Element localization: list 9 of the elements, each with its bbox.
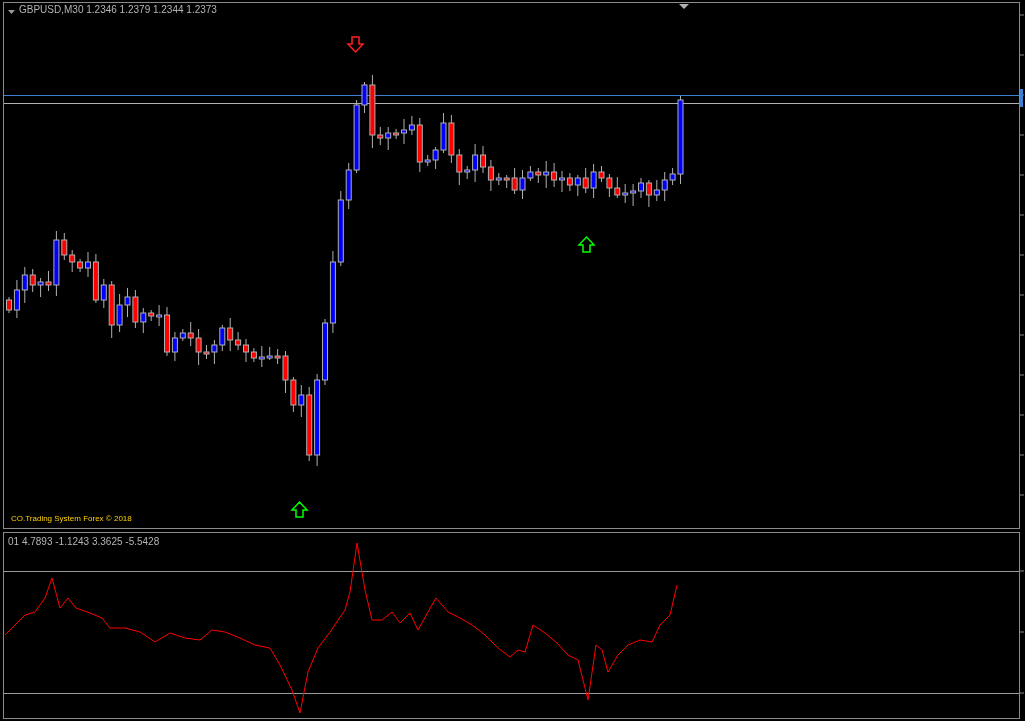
buy-arrow-icon: [290, 500, 309, 518]
symbol-header: GBPUSD,M30 1.2346 1.2379 1.2344 1.2373: [19, 4, 217, 15]
price-marker: [1020, 89, 1023, 107]
scroll-marker-icon[interactable]: [679, 4, 689, 9]
dropdown-icon[interactable]: [8, 10, 15, 14]
indicator-header: 01 4.7893 -1.1243 3.3625 -5.5428: [8, 536, 160, 547]
copyright-label: CO.Trading System Forex © 2018: [11, 514, 132, 523]
buy-arrow-icon: [577, 235, 596, 253]
sell-arrow-icon: [346, 36, 365, 54]
